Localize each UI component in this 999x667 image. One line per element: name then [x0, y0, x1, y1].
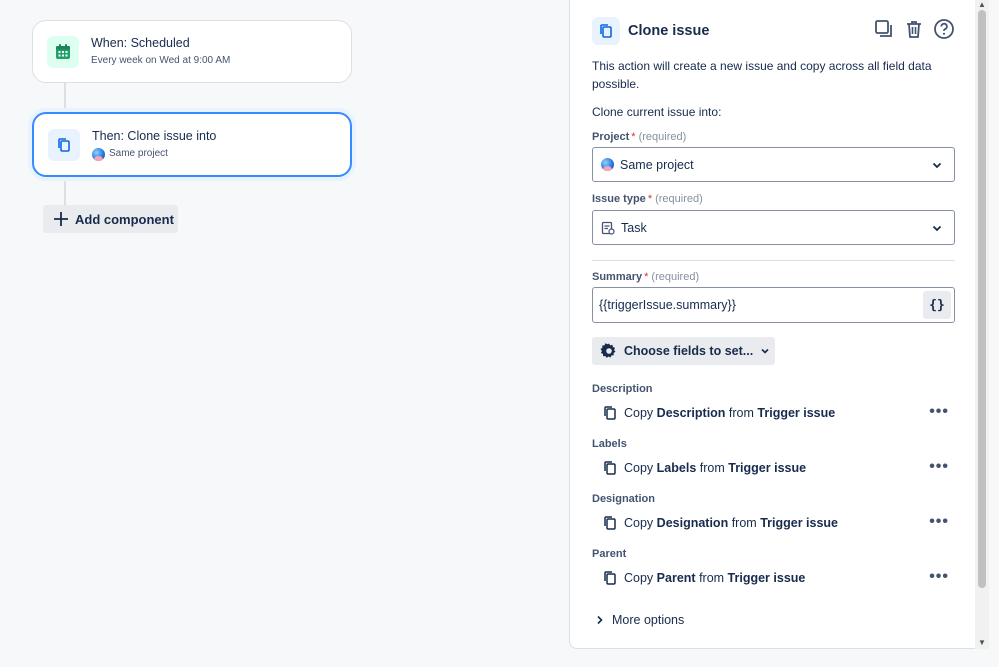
copy-icon	[602, 515, 618, 531]
choose-fields-button[interactable]: Choose fields to set...	[592, 337, 775, 365]
field-source: Trigger issue	[728, 461, 807, 475]
copy-icon	[602, 405, 618, 421]
field-source: Trigger issue	[760, 516, 838, 530]
trigger-title: When: Scheduled	[91, 36, 190, 50]
scroll-up-icon[interactable]: ▲	[978, 0, 986, 9]
action-title: Then: Clone issue into	[92, 129, 217, 143]
clone-icon	[48, 128, 80, 161]
action-subtitle: Same project	[109, 148, 168, 159]
flow-connector	[64, 83, 66, 113]
chevron-down-icon	[761, 348, 769, 354]
from-word: from	[728, 406, 754, 420]
more-options-toggle[interactable]: More options	[596, 613, 684, 627]
field-row-labels[interactable]: Copy Labels from Trigger issue •••	[602, 458, 955, 478]
copy-icon	[602, 460, 618, 476]
field-source: Trigger issue	[757, 406, 836, 420]
from-word: from	[699, 461, 725, 475]
copy-word: Copy	[624, 406, 654, 420]
project-field-label: Project * (required)	[592, 131, 687, 143]
add-component-label: Add component	[75, 211, 174, 227]
issue-type-field-label: Issue type * (required)	[592, 193, 703, 205]
field-label-designation: Designation	[592, 493, 655, 505]
duplicate-icon	[875, 20, 892, 37]
divider	[592, 260, 955, 261]
project-select-value: Same project	[620, 157, 694, 172]
from-word: from	[699, 571, 725, 585]
gear-icon	[600, 343, 616, 358]
trash-icon	[907, 21, 921, 38]
add-component-button[interactable]: Add component	[43, 205, 178, 233]
field-name: Description	[656, 406, 726, 420]
clone-into-label: Clone current issue into:	[592, 105, 722, 119]
component-config-panel: Clone issue This action will create a ne…	[569, 0, 989, 649]
field-label-labels: Labels	[592, 438, 627, 450]
scroll-thumb[interactable]	[978, 10, 986, 588]
more-actions-button[interactable]: •••	[929, 514, 949, 530]
summary-field-label: Summary * (required)	[592, 271, 700, 283]
issue-type-select-value: Task	[621, 220, 647, 235]
field-label-parent: Parent	[592, 548, 627, 560]
field-source: Trigger issue	[727, 571, 806, 585]
field-name: Parent	[656, 571, 696, 585]
plus-icon	[54, 212, 68, 226]
smart-value-button[interactable]: {}	[923, 291, 951, 319]
delete-button[interactable]	[902, 17, 926, 41]
choose-fields-label: Choose fields to set...	[624, 344, 754, 358]
field-name: Labels	[656, 461, 697, 475]
field-row-designation[interactable]: Copy Designation from Trigger issue •••	[602, 513, 955, 533]
project-avatar-icon	[92, 147, 105, 161]
help-button[interactable]	[932, 17, 956, 41]
more-actions-button[interactable]: •••	[929, 404, 949, 420]
panel-title: Clone issue	[628, 23, 710, 39]
field-name: Designation	[656, 516, 729, 530]
panel-scrollbar[interactable]: ▲ ▼	[975, 0, 989, 649]
copy-word: Copy	[624, 461, 654, 475]
clone-icon	[592, 17, 620, 45]
help-icon	[934, 19, 954, 39]
chevron-down-icon	[932, 162, 942, 169]
duplicate-button[interactable]	[872, 17, 896, 41]
flow-connector	[64, 177, 66, 205]
summary-input-value: {{triggerIssue.summary}}	[599, 298, 736, 312]
task-icon	[601, 221, 615, 235]
copy-icon	[602, 570, 618, 586]
calendar-icon	[47, 35, 79, 68]
project-avatar-icon	[601, 158, 614, 171]
project-select[interactable]: Same project	[592, 147, 955, 182]
trigger-subtitle: Every week on Wed at 9:00 AM	[91, 55, 231, 66]
panel-description: This action will create a new issue and …	[592, 59, 932, 91]
issue-type-select[interactable]: Task	[592, 210, 955, 245]
action-node[interactable]: Then: Clone issue into Same project	[32, 112, 352, 177]
copy-word: Copy	[624, 571, 654, 585]
field-label-description: Description	[592, 383, 653, 395]
more-options-label: More options	[612, 613, 685, 627]
trigger-node[interactable]: When: Scheduled Every week on Wed at 9:0…	[32, 20, 352, 83]
copy-word: Copy	[624, 516, 654, 530]
chevron-right-icon	[597, 615, 603, 625]
scroll-down-icon[interactable]: ▼	[978, 638, 986, 647]
chevron-down-icon	[932, 225, 942, 232]
more-actions-button[interactable]: •••	[929, 459, 949, 475]
more-actions-button[interactable]: •••	[929, 569, 949, 585]
from-word: from	[731, 516, 757, 530]
summary-input[interactable]: {{triggerIssue.summary}} {}	[592, 287, 955, 323]
field-row-parent[interactable]: Copy Parent from Trigger issue •••	[602, 568, 955, 588]
field-row-description[interactable]: Copy Description from Trigger issue •••	[602, 403, 955, 423]
